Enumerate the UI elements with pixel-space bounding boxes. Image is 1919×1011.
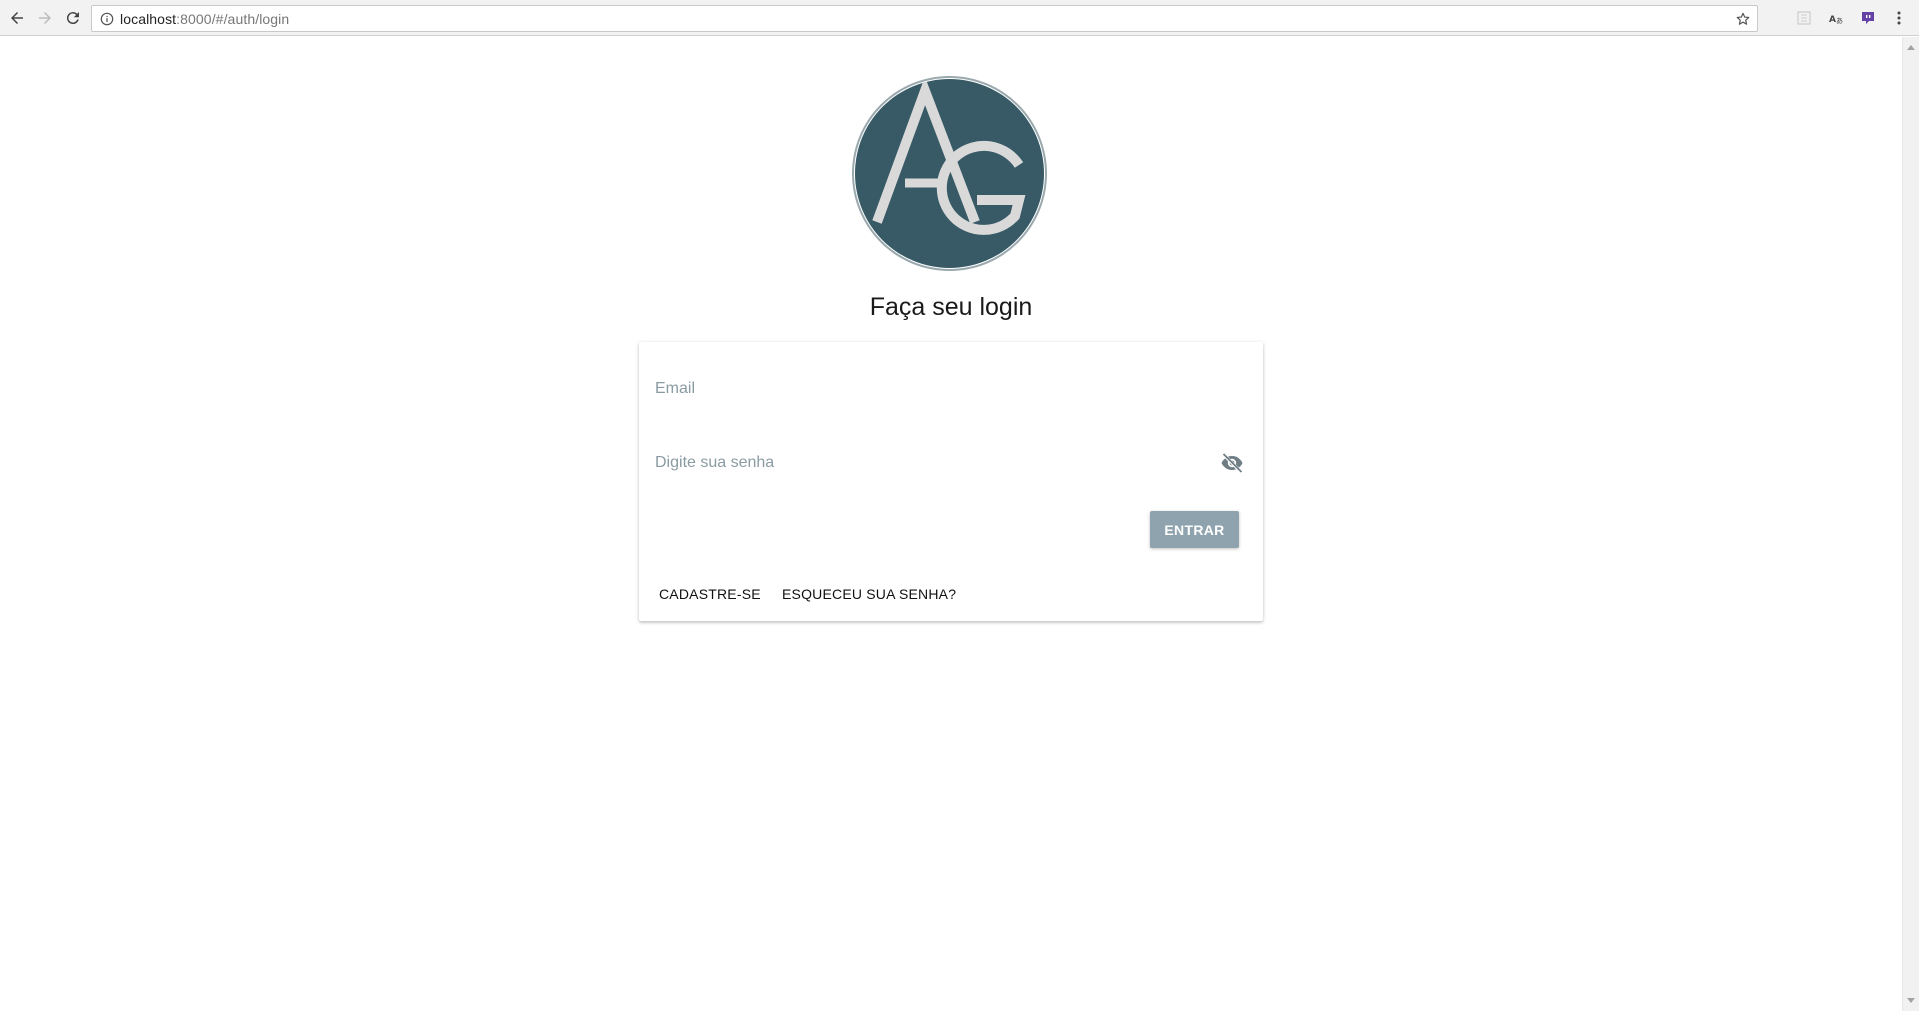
info-icon[interactable] xyxy=(100,12,114,26)
entrar-button[interactable]: ENTRAR xyxy=(1150,511,1239,548)
forgot-password-link[interactable]: ESQUECEU SUA SENHA? xyxy=(782,586,956,602)
browser-menu-button[interactable] xyxy=(1893,9,1905,27)
scroll-down-arrow-icon[interactable] xyxy=(1907,998,1915,1003)
ag-logo-icon xyxy=(872,79,1026,235)
scroll-up-arrow-icon[interactable] xyxy=(1907,45,1915,50)
svg-text:あ: あ xyxy=(1836,17,1843,25)
vertical-scrollbar[interactable] xyxy=(1902,37,1919,1011)
page-title: Faça seu login xyxy=(869,293,1033,321)
password-input[interactable] xyxy=(655,454,1247,472)
translate-icon: A あ xyxy=(1829,15,1843,25)
app-logo xyxy=(855,79,1044,268)
forward-arrow-icon xyxy=(39,12,51,24)
extension-grid-icon xyxy=(1797,11,1811,25)
translate-extension-button[interactable]: A あ xyxy=(1827,9,1845,27)
email-field[interactable] xyxy=(655,369,1247,409)
password-field[interactable] xyxy=(655,443,1247,483)
twitch-extension-button[interactable] xyxy=(1859,9,1877,27)
reload-icon xyxy=(66,12,79,25)
chat-bubble-icon xyxy=(1862,12,1874,24)
email-input[interactable] xyxy=(655,380,1247,398)
url-host: localhost xyxy=(120,10,177,27)
reload-button[interactable] xyxy=(61,6,85,30)
extension-button-1[interactable] xyxy=(1795,9,1813,27)
forward-button[interactable] xyxy=(33,6,57,30)
more-vert-icon xyxy=(1897,11,1901,25)
back-button[interactable] xyxy=(5,6,29,30)
star-icon[interactable] xyxy=(1735,11,1751,27)
back-arrow-icon xyxy=(11,12,23,24)
address-bar[interactable]: localhost:8000/#/auth/login xyxy=(91,5,1758,32)
eye-off-icon[interactable] xyxy=(1220,452,1244,474)
signup-link[interactable]: CADASTRE-SE xyxy=(659,586,761,602)
svg-text:A: A xyxy=(1829,15,1836,25)
url-text: localhost:8000/#/auth/login xyxy=(120,11,289,27)
url-path: :8000/#/auth/login xyxy=(176,10,290,27)
browser-toolbar: localhost:8000/#/auth/login A あ xyxy=(0,0,1919,36)
